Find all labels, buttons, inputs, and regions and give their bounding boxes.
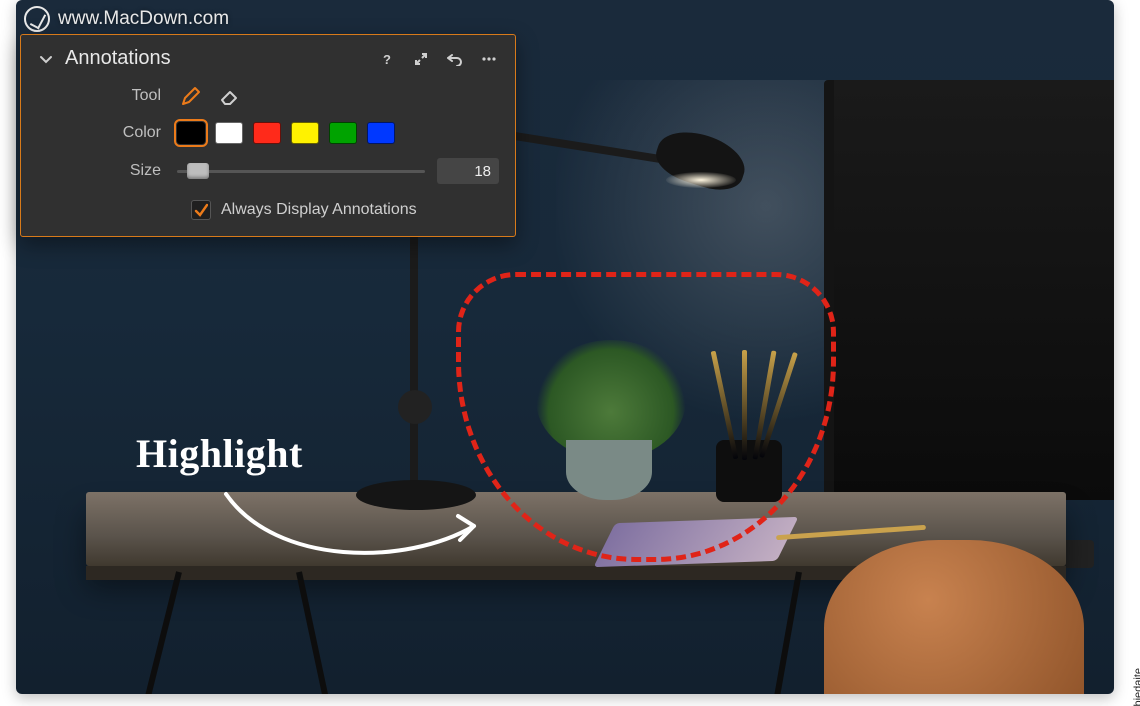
always-display-checkbox[interactable] bbox=[191, 200, 211, 220]
size-slider-thumb[interactable] bbox=[187, 163, 209, 179]
collapse-toggle[interactable] bbox=[37, 50, 55, 68]
undo-icon[interactable] bbox=[445, 49, 465, 69]
color-swatch-green[interactable] bbox=[329, 122, 357, 144]
color-swatch-yellow[interactable] bbox=[291, 122, 319, 144]
more-icon[interactable] bbox=[479, 49, 499, 69]
annotation-handwriting[interactable]: Highlight bbox=[136, 430, 303, 477]
lamp-joint bbox=[398, 390, 432, 424]
watermark-text: www.MacDown.com bbox=[58, 8, 229, 30]
color-swatch-blue[interactable] bbox=[367, 122, 395, 144]
photo-credit: © Ausra Babiedaite bbox=[1132, 668, 1140, 706]
desk-leg bbox=[137, 571, 182, 694]
annotations-panel: Annotations ? Tool Color bbox=[20, 34, 516, 237]
eraser-tool[interactable] bbox=[215, 84, 243, 108]
plant-pot bbox=[566, 440, 652, 500]
pen bbox=[742, 350, 747, 460]
watermark-logo-icon bbox=[24, 6, 50, 32]
desk-leg bbox=[296, 571, 335, 694]
chair bbox=[824, 540, 1084, 694]
help-icon[interactable]: ? bbox=[377, 49, 397, 69]
lamp-base bbox=[356, 480, 476, 510]
panel-title: Annotations bbox=[65, 47, 367, 70]
svg-text:?: ? bbox=[383, 52, 391, 66]
size-label: Size bbox=[37, 162, 177, 180]
watermark: www.MacDown.com bbox=[24, 6, 229, 32]
always-display-label: Always Display Annotations bbox=[221, 201, 417, 219]
pencil-tool[interactable] bbox=[177, 84, 205, 108]
color-swatch-black[interactable] bbox=[177, 122, 205, 144]
tool-label: Tool bbox=[37, 87, 177, 105]
lamp-glow bbox=[666, 172, 736, 188]
desk-leg bbox=[768, 571, 802, 694]
size-value[interactable]: 18 bbox=[437, 158, 499, 184]
size-slider[interactable] bbox=[177, 161, 425, 181]
color-swatch-red[interactable] bbox=[253, 122, 281, 144]
notebook bbox=[593, 517, 798, 567]
color-label: Color bbox=[37, 124, 177, 142]
pen-cup bbox=[716, 440, 782, 502]
expand-icon[interactable] bbox=[411, 49, 431, 69]
monitor bbox=[824, 80, 1114, 500]
color-swatch-white[interactable] bbox=[215, 122, 243, 144]
